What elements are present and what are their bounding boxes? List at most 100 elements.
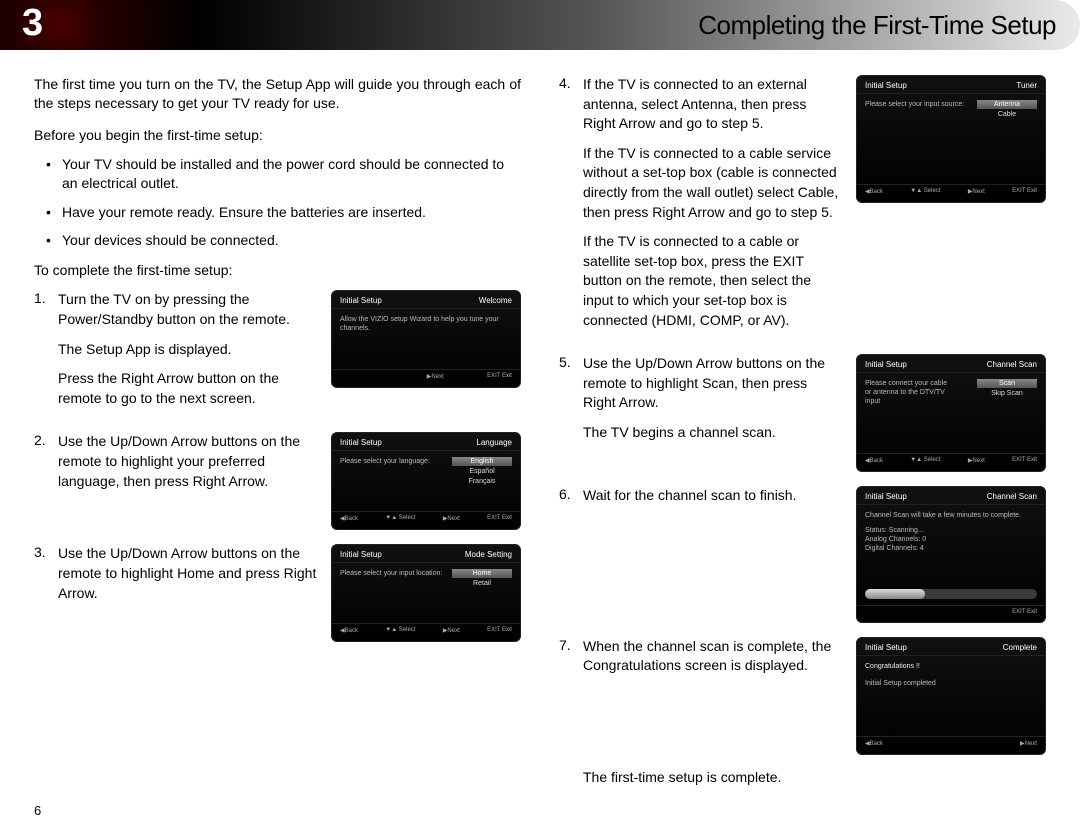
step-text: Use the Up/Down Arrow buttons on the rem…: [58, 432, 317, 501]
tv-msg: Please connect your cable or antenna to …: [865, 379, 955, 406]
content-area: The first time you turn on the TV, the S…: [0, 75, 1080, 785]
tv-title: Initial Setup: [865, 81, 907, 90]
tv-screenshot-mode: Initial SetupMode Setting Please select …: [331, 544, 521, 642]
step-para: Wait for the channel scan to finish.: [583, 486, 842, 506]
tv-footer-item: EXIT Exit: [1012, 609, 1037, 615]
tv-title: Initial Setup: [340, 550, 382, 559]
step-number: [559, 354, 583, 370]
tv-footer-item: EXIT Exit: [1012, 457, 1037, 464]
tv-subtitle: Complete: [1003, 643, 1037, 652]
tv-title: Initial Setup: [340, 296, 382, 305]
tv-subtitle: Tuner: [1016, 81, 1037, 90]
tv-title: Initial Setup: [865, 492, 907, 501]
tv-screenshot-welcome: Initial Setup Welcome Allow the VIZIO set…: [331, 290, 521, 388]
tv-footer-item: ◀Back: [865, 740, 883, 747]
page-title: Completing the First-Time Setup: [698, 10, 1056, 41]
step-para: Use the Up/Down Arrow buttons on the rem…: [58, 432, 317, 491]
intro-text: The first time you turn on the TV, the S…: [34, 75, 521, 113]
tv-option: Skip Scan: [977, 389, 1037, 398]
tv-footer-item: EXIT Exit: [487, 515, 512, 522]
steps-left: Turn the TV on by pressing the Power/Sta…: [34, 290, 521, 642]
step-number: [559, 75, 583, 91]
tv-msg: Initial Setup completed: [865, 679, 1037, 688]
tv-footer-item: ▼▲ Select: [385, 515, 415, 522]
step-number: [559, 637, 583, 653]
step-para: Use the Up/Down Arrow buttons on the rem…: [58, 544, 317, 603]
tv-footer-item: ▶Next: [427, 373, 444, 380]
step-number: [34, 290, 58, 306]
tv-title: Initial Setup: [865, 360, 907, 369]
tv-footer-item: ▶Next: [443, 515, 460, 522]
list-item: Your devices should be connected.: [62, 231, 521, 250]
tv-footer-item: ▼▲ Select: [910, 457, 940, 464]
chapter-header: 3 Completing the First-Time Setup: [0, 0, 1080, 50]
list-item: Your TV should be installed and the powe…: [62, 155, 521, 193]
closing-text: The first-time setup is complete.: [583, 769, 1046, 785]
step-para: If the TV is connected to a cable servic…: [583, 144, 842, 222]
tv-subtitle: Channel Scan: [987, 360, 1037, 369]
tv-option: Home: [452, 569, 512, 578]
tv-subtitle: Welcome: [479, 296, 512, 305]
tv-progress-bar: [865, 589, 1037, 599]
right-column: If the TV is connected to an external an…: [559, 75, 1046, 785]
tv-footer-item: ◀Back: [865, 457, 883, 464]
step-para: If the TV is connected to an external an…: [583, 75, 842, 134]
step-text: Use the Up/Down Arrow buttons on the rem…: [58, 544, 317, 613]
chapter-header-right: Completing the First-Time Setup: [200, 0, 1080, 50]
tv-msg: Channel Scan will take a few minutes to …: [865, 511, 1037, 520]
step-para: The TV begins a channel scan.: [583, 423, 842, 443]
step-text: When the channel scan is complete, the C…: [583, 637, 842, 686]
step-item: Use the Up/Down Arrow buttons on the rem…: [34, 544, 521, 642]
step-para: Press the Right Arrow button on the remo…: [58, 369, 317, 408]
tv-subtitle: Mode Setting: [465, 550, 512, 559]
step-para: Use the Up/Down Arrow buttons on the rem…: [583, 354, 842, 413]
tv-screenshot-channel-scan-start: Initial Setup Channel Scan Please connect…: [856, 354, 1046, 472]
tv-title: Initial Setup: [340, 438, 382, 447]
tv-footer-item: EXIT Exit: [487, 373, 512, 380]
tv-screenshot-complete: Initial Setup Complete Congratulations !!…: [856, 637, 1046, 755]
step-item: Turn the TV on by pressing the Power/Sta…: [34, 290, 521, 418]
tv-screenshot-tuner: Initial SetupTuner Please select your in…: [856, 75, 1046, 203]
steps-right: If the TV is connected to an external an…: [559, 75, 1046, 755]
step-item: When the channel scan is complete, the C…: [559, 637, 1046, 755]
step-text: Turn the TV on by pressing the Power/Sta…: [58, 290, 317, 418]
page-number: 6: [34, 803, 41, 818]
tv-title: Initial Setup: [865, 643, 907, 652]
tv-footer-item: ▶Next: [443, 627, 460, 634]
tv-footer-item: ◀Back: [865, 188, 883, 195]
tv-option: Español: [452, 467, 512, 476]
tv-option: Scan: [977, 379, 1037, 388]
tv-option: Retail: [452, 579, 512, 588]
tv-option: English: [452, 457, 512, 466]
chapter-number: 3: [22, 2, 43, 45]
complete-label: To complete the first-time setup:: [34, 262, 521, 278]
step-para: The Setup App is displayed.: [58, 340, 317, 360]
tv-option: Antenna: [977, 100, 1037, 109]
step-text: Wait for the channel scan to finish.: [583, 486, 842, 516]
tv-footer-item: ◀Back: [340, 627, 358, 634]
step-item: Wait for the channel scan to finish. Ini…: [559, 486, 1046, 622]
step-text: Use the Up/Down Arrow buttons on the rem…: [583, 354, 842, 452]
tv-footer-item: ▼▲ Select: [910, 188, 940, 195]
tv-status: Digital Channels: 4: [865, 544, 1037, 553]
step-para: If the TV is connected to a cable or sat…: [583, 232, 842, 330]
tv-msg: Congratulations !!: [865, 662, 1037, 671]
left-column: The first time you turn on the TV, the S…: [34, 75, 521, 785]
tv-footer-item: EXIT Exit: [1012, 188, 1037, 195]
tv-footer-item: EXIT Exit: [487, 627, 512, 634]
tv-option: Cable: [977, 110, 1037, 119]
tv-option: Français: [452, 477, 512, 486]
tv-screenshot-channel-scan-progress: Initial SetupChannel Scan Channel Scan w…: [856, 486, 1046, 622]
tv-footer-item: ◀Back: [340, 515, 358, 522]
chapter-header-left: 3: [0, 0, 200, 50]
tv-status: Status: Scanning...: [865, 526, 1037, 535]
tv-footer-item: ▼▲ Select: [385, 627, 415, 634]
step-item: Use the Up/Down Arrow buttons on the rem…: [34, 432, 521, 530]
step-item: Use the Up/Down Arrow buttons on the rem…: [559, 354, 1046, 472]
tv-screenshot-language: Initial SetupLanguage Please select your…: [331, 432, 521, 530]
tv-msg: Allow the VIZIO setup Wizard to help you…: [340, 315, 512, 333]
step-para: Turn the TV on by pressing the Power/Sta…: [58, 290, 317, 329]
tv-footer-item: ▶Next: [968, 188, 985, 195]
tv-footer-item: ▶Next: [968, 457, 985, 464]
step-number: [559, 486, 583, 502]
